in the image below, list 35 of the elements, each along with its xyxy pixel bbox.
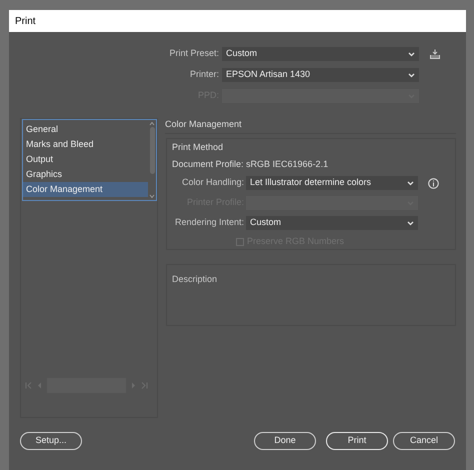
- dropdown[interactable]: Custom: [246, 216, 418, 230]
- scroll-down-icon[interactable]: [149, 194, 155, 199]
- first-page-icon[interactable]: [25, 382, 32, 389]
- chevron-icon: [408, 52, 415, 56]
- download-icon[interactable]: [430, 49, 440, 59]
- window-title: Print: [15, 14, 36, 28]
- last-page-icon[interactable]: [141, 382, 148, 389]
- dialog-button[interactable]: Setup...: [20, 432, 82, 450]
- sidebar-item[interactable]: Graphics: [23, 167, 148, 182]
- dialog-button[interactable]: Cancel: [393, 432, 455, 450]
- group-title: Print Method: [172, 141, 224, 153]
- sidebar-item[interactable]: Marks and Bleed: [23, 137, 148, 152]
- chevron-icon: [407, 180, 414, 186]
- document-profile-text: Document Profile: sRGB IEC61966-2.1: [172, 158, 330, 170]
- dropdown[interactable]: Let Illustrator determine colors: [246, 176, 418, 190]
- section-title: Color Management: [165, 118, 243, 130]
- field-label: Color Handling:: [180, 176, 244, 190]
- field-label: Rendering Intent:: [174, 216, 244, 230]
- sidebar-item[interactable]: Output: [23, 152, 148, 167]
- previous-page-icon[interactable]: [37, 382, 42, 389]
- group-title: Description: [172, 274, 218, 284]
- sidebar-item[interactable]: General: [23, 122, 148, 137]
- scroll-up-icon[interactable]: [149, 121, 155, 126]
- info-icon[interactable]: [428, 178, 439, 188]
- next-page-icon[interactable]: [131, 382, 136, 389]
- field-label: Print Preset:: [168, 47, 219, 60]
- chevron-icon: [407, 220, 414, 226]
- chevron-icon: [408, 72, 415, 78]
- field-label: Printer:: [188, 68, 219, 82]
- dialog-button[interactable]: Print: [326, 432, 388, 450]
- dialog-button[interactable]: Done: [254, 432, 316, 450]
- scroll-thumb[interactable]: [150, 127, 154, 174]
- dropdown[interactable]: EPSON Artisan 1430: [222, 68, 419, 82]
- sidebar-item[interactable]: Color Management: [23, 182, 148, 197]
- dropdown[interactable]: Custom: [222, 47, 419, 61]
